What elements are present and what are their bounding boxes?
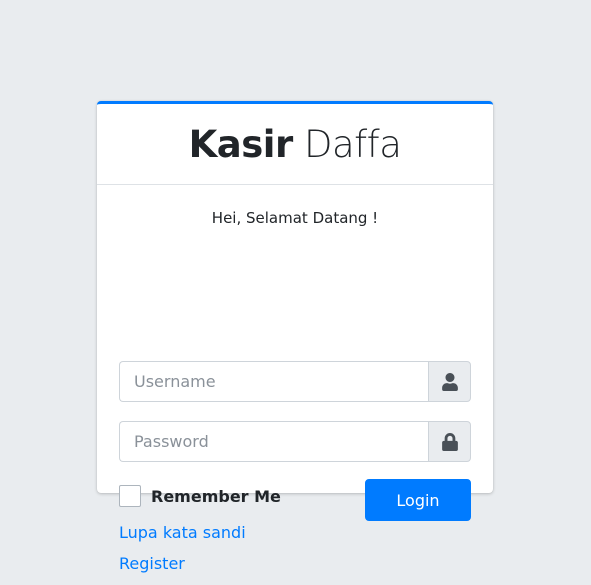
username-group <box>119 361 471 402</box>
remember-me[interactable]: Remember Me <box>119 485 281 507</box>
card-header: Kasir Daffa <box>97 104 493 185</box>
password-addon <box>428 421 471 462</box>
login-card: Kasir Daffa Hei, Selamat Datang ! Rem <box>97 101 493 573</box>
username-input[interactable] <box>119 361 428 402</box>
user-icon <box>441 372 458 391</box>
username-addon <box>428 361 471 402</box>
login-box-message: Hei, Selamat Datang ! <box>211 209 379 227</box>
lock-icon <box>441 432 458 451</box>
brand-name-light: Daffa <box>303 122 402 166</box>
login-button[interactable]: Login <box>365 479 471 521</box>
remember-label: Remember Me <box>151 486 281 506</box>
password-group <box>119 421 471 462</box>
remember-checkbox[interactable] <box>119 485 141 507</box>
brand-logo-link[interactable]: Kasir Daffa <box>189 123 402 166</box>
forgot-password-link[interactable]: Lupa kata sandi <box>119 523 246 542</box>
card-body: Hei, Selamat Datang ! Remember Me Login … <box>97 207 493 573</box>
password-input[interactable] <box>119 421 428 462</box>
brand-name-bold: Kasir <box>188 122 294 166</box>
register-link[interactable]: Register <box>119 554 185 573</box>
